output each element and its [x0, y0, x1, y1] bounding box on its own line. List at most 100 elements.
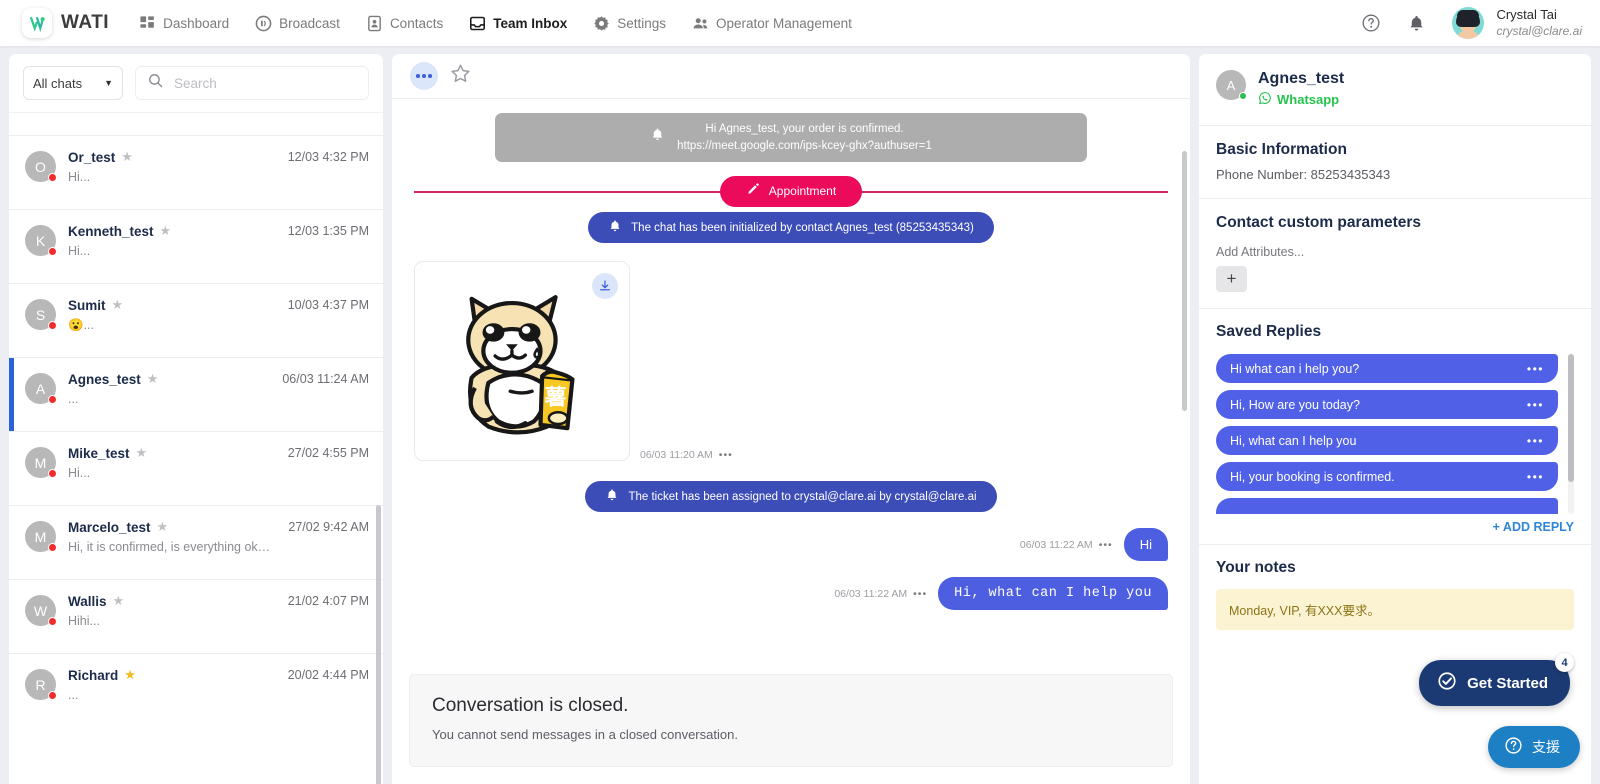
conversation-header: [392, 54, 1190, 99]
saved-reply-menu-icon[interactable]: •••: [1527, 434, 1544, 448]
chat-filter-dropdown[interactable]: All chats ▼: [23, 66, 123, 100]
search-box[interactable]: [135, 66, 369, 100]
system-line-2: https://meet.google.com/ips-kcey-ghx?aut…: [677, 139, 932, 152]
saved-reply-item[interactable]: Hi, what can I help you •••: [1216, 426, 1558, 455]
saved-replies-list[interactable]: Hi what can i help you? ••• Hi, How are yo…: [1216, 354, 1574, 514]
star-icon[interactable]: ★: [112, 297, 124, 313]
chat-list-scroll[interactable]: O Or_test ★ Hi... 12/03 4:32 PM K Kenneth_test…: [9, 113, 383, 784]
nav-contacts[interactable]: Contacts: [366, 15, 443, 32]
nav-team-inbox[interactable]: Team Inbox: [469, 15, 567, 32]
get-started-button[interactable]: Get Started 4: [1419, 653, 1574, 706]
page-body: All chats ▼ O Or_test ★ Hi... 12/03 4:32 PM K…: [0, 46, 1600, 784]
conversation-messages[interactable]: Hi Agnes_test, your order is confirmed. …: [392, 99, 1190, 664]
saved-reply-item[interactable]: Hi, your booking is confirmed. •••: [1216, 462, 1558, 491]
chat-list-item[interactable]: O Or_test ★ Hi... 12/03 4:32 PM: [9, 135, 383, 209]
star-icon[interactable]: ★: [157, 519, 169, 535]
chat-avatar: O: [25, 151, 57, 182]
appointment-separator: Appointment: [414, 172, 1168, 210]
saved-reply-item[interactable]: [1216, 498, 1558, 514]
get-started-label: Get Started: [1467, 674, 1548, 692]
brand-logo[interactable]: WATI: [22, 8, 109, 38]
saved-reply-menu-icon[interactable]: •••: [1527, 398, 1544, 412]
download-icon[interactable]: [592, 273, 618, 300]
nav-broadcast[interactable]: Broadcast: [255, 15, 340, 32]
saved-reply-menu-icon[interactable]: •••: [1527, 470, 1544, 484]
chat-preview: Hi...: [68, 170, 91, 184]
chat-avatar: M: [25, 447, 57, 478]
appointment-button[interactable]: Appointment: [719, 175, 863, 207]
saved-reply-menu-icon[interactable]: •••: [1527, 362, 1544, 376]
chat-list-item[interactable]: W Wallis ★ Hihi... 21/02 4:07 PM: [9, 579, 383, 653]
help-circle-icon[interactable]: [1361, 13, 1381, 33]
chat-list-scrollbar[interactable]: [376, 505, 381, 784]
sticker-message-meta: 06/03 11:20 AM •••: [640, 449, 733, 461]
chat-avatar: A: [25, 373, 57, 404]
sticker-message[interactable]: 薯: [414, 261, 630, 462]
notes-content[interactable]: Monday, VIP, 有XXX要求。: [1216, 589, 1574, 630]
chat-time: 20/02 4:44 PM: [287, 668, 369, 682]
chat-time: 27/02 4:55 PM: [287, 446, 369, 460]
chat-time: 27/02 9:42 AM: [288, 520, 369, 534]
system-message-ticket-assigned: The ticket has been assigned to crystal@…: [585, 481, 997, 513]
message-time: 06/03 11:22 AM: [1019, 538, 1093, 551]
saved-reply-item[interactable]: Hi, How are you today? •••: [1216, 390, 1558, 419]
contact-header: A Agnes_test Whatsapp: [1199, 54, 1591, 126]
chat-list-item[interactable]: K Kenneth_test ★ Hi... 12/03 1:35 PM: [9, 209, 383, 283]
chat-list-item[interactable]: M Mike_test ★ Hi... 27/02 4:55 PM: [9, 431, 383, 505]
main-nav-items: Dashboard Broadcast Contacts Team Inbox …: [139, 15, 852, 32]
dashboard-icon: [139, 15, 156, 32]
star-icon[interactable]: ★: [124, 667, 136, 683]
chat-preview: Hi...: [68, 244, 91, 258]
search-input[interactable]: [174, 75, 357, 91]
message-menu-icon[interactable]: •••: [913, 588, 927, 600]
message-bubble: Hi: [1123, 528, 1168, 562]
outbound-message-2: 06/03 11:22 AM ••• Hi, what can I help y…: [414, 577, 1168, 611]
chat-list-item[interactable]: S Sumit ★ 😮... 10/03 4:37 PM: [9, 283, 383, 357]
chat-list-item[interactable]: R Richard ★... 20/02 4:44 PM: [9, 653, 383, 727]
star-icon[interactable]: ★: [147, 371, 159, 387]
saved-reply-item[interactable]: Hi what can i help you? •••: [1216, 354, 1558, 383]
nav-dashboard[interactable]: Dashboard: [139, 15, 229, 32]
star-icon[interactable]: ★: [160, 223, 172, 239]
chat-name: Kenneth_test: [68, 223, 154, 239]
saved-replies-scrollbar[interactable]: [1568, 354, 1574, 482]
more-dots-icon[interactable]: [410, 62, 438, 90]
chat-list-item[interactable]: M Marcelo_test ★ Hi, it is confirmed, is ev…: [9, 505, 383, 579]
top-right-controls: Crystal Tai crystal@clare.ai: [1361, 7, 1582, 39]
unread-dot: [48, 321, 57, 330]
shiba-dog-sticker: 薯: [466, 295, 575, 435]
message-menu-icon[interactable]: •••: [719, 449, 733, 461]
chat-name: Agnes_test: [68, 371, 141, 387]
chat-list-item[interactable]: A Agnes_test ★... 06/03 11:24 AM: [9, 357, 383, 431]
star-outline-icon[interactable]: [450, 63, 471, 89]
channel-label: Whatsapp: [1277, 92, 1340, 107]
chat-filter-label: All chats: [33, 75, 83, 91]
add-reply-button[interactable]: + ADD REPLY: [1199, 514, 1591, 534]
saved-reply-text: Hi, How are you today?: [1230, 397, 1360, 412]
add-attribute-button[interactable]: +: [1216, 266, 1247, 292]
closed-title: Conversation is closed.: [432, 695, 629, 716]
chat-preview: 😮...: [68, 318, 94, 332]
wati-logo-icon: [22, 8, 52, 38]
avatar[interactable]: [1452, 7, 1485, 39]
saved-replies-section: Saved Replies Hi what can i help you? •••…: [1199, 309, 1591, 514]
conversation-scrollbar[interactable]: [1182, 151, 1187, 411]
chat-avatar-initial: A: [35, 380, 46, 397]
star-icon[interactable]: ★: [121, 149, 133, 165]
star-icon[interactable]: ★: [136, 445, 148, 461]
saved-reply-text: Hi what can i help you?: [1230, 361, 1360, 376]
bell-icon: [650, 127, 665, 148]
star-icon[interactable]: ★: [113, 593, 125, 609]
phone-number: Phone Number: 85253435343: [1216, 167, 1391, 182]
support-button[interactable]: 支援: [1488, 726, 1580, 768]
system-message-chat-initialized: The chat has been initialized by contact…: [588, 212, 994, 244]
contact-name: Agnes_test: [1258, 70, 1345, 87]
system-line-1: Hi Agnes_test, your order is confirmed.: [705, 123, 904, 135]
bell-icon[interactable]: [1407, 14, 1426, 33]
basic-information-section: Basic Information Phone Number: 85253435…: [1199, 126, 1591, 199]
unread-dot: [48, 247, 57, 256]
nav-operator-management[interactable]: Operator Management: [692, 15, 852, 32]
chat-time: 12/03 4:32 PM: [287, 150, 369, 164]
message-menu-icon[interactable]: •••: [1099, 539, 1113, 551]
nav-settings[interactable]: Settings: [593, 15, 666, 32]
